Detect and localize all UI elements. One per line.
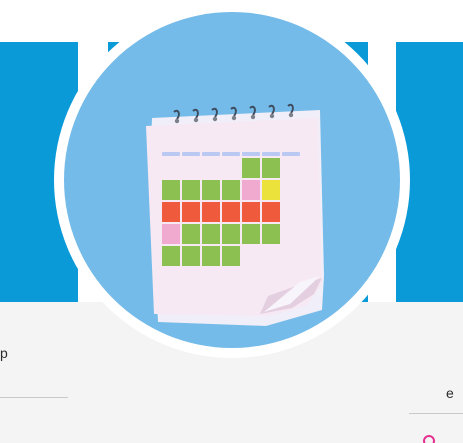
calendar-avatar-background	[64, 12, 400, 348]
left-divider	[0, 397, 68, 398]
page-root: p e	[0, 0, 463, 443]
right-text-snippet: e	[446, 385, 454, 401]
right-divider	[409, 413, 463, 414]
left-text-snippet: p	[0, 345, 8, 361]
pink-circle-icon	[423, 435, 435, 443]
calendar-avatar	[54, 2, 410, 358]
